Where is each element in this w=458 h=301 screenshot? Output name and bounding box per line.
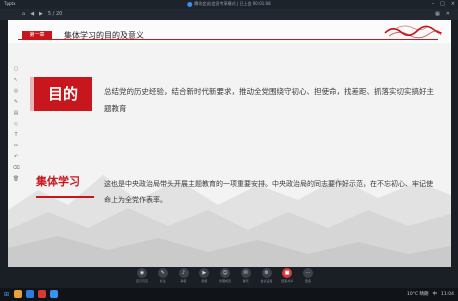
taskbar-apps	[14, 290, 58, 298]
control-label: 视频	[201, 279, 208, 283]
pointer-icon[interactable]: ↖	[14, 77, 18, 83]
meeting-icon[interactable]	[50, 290, 58, 298]
chapter-title: 集体学习的目的及意义	[64, 31, 144, 40]
page-counter: 5 / 20	[47, 11, 63, 17]
app-title: Tpptx	[4, 1, 16, 6]
highlighter-icon[interactable]: ▤	[14, 110, 19, 116]
purpose-badge: 目的	[30, 77, 92, 111]
control-label: 聊天	[242, 279, 249, 283]
weather-text[interactable]: 10°C 晴朗	[407, 291, 429, 297]
more-icon: ⋯	[303, 268, 313, 278]
control-label: 管理成员	[218, 279, 231, 283]
eraser-icon[interactable]: ⌫	[12, 165, 19, 171]
pen-icon: ✎	[157, 268, 168, 278]
eye-icon: ◉	[137, 268, 147, 278]
window-controls: – □ ×	[432, 1, 455, 7]
control-label: 结束共享	[281, 279, 294, 283]
grid-icon[interactable]: ▦	[435, 11, 440, 17]
clock[interactable]: 11:04	[441, 292, 454, 297]
control-stop-share[interactable]: ■ 结束共享	[279, 268, 295, 283]
os-taskbar: ⊞ 10°C 晴朗 中 11:04	[0, 288, 458, 301]
background-mountains	[8, 175, 451, 267]
select-icon[interactable]: ▢	[14, 66, 19, 72]
control-visible-self[interactable]: ◉ 自己可见	[134, 268, 150, 283]
maximize-icon[interactable]: □	[440, 1, 445, 7]
ime-indicator[interactable]: 中	[433, 291, 438, 297]
system-tray: 10°C 晴朗 中 11:04	[407, 291, 454, 298]
minimize-icon[interactable]: –	[432, 1, 435, 7]
study-underline	[36, 196, 94, 198]
control-annotate[interactable]: ✎ 标注	[155, 268, 171, 283]
slide-canvas: 第一章 集体学习的目的及意义 ▢ ↖ ◎ ✎ ▤ ◇ T ✂ ↶ ⌫ 🗑 目的 …	[8, 20, 451, 267]
meeting-control-bar: ◉ 自己可见 ✎ 标注 ♪ 静音 ▶ 视频 ☺ 管理成员 ✉ 聊天 ⚙ 会议设置…	[134, 267, 316, 286]
toolbar-tools: ⌂ ◀ ▶ 5 / 20	[22, 11, 62, 17]
gear-icon: ⚙	[261, 268, 272, 278]
study-title: 集体学习	[36, 175, 80, 188]
presentation-toolbar: ⌂ ◀ ▶ 5 / 20 ▦ ✕	[0, 9, 458, 20]
control-label: 静音	[180, 279, 187, 283]
window-title-bar: Tpptx 腾讯会议|会员专享模式 | 已上会 00:01:08 – □ ×	[0, 0, 458, 9]
meeting-status-text: 腾讯会议|会员专享模式 | 已上会 00:01:08	[194, 1, 271, 6]
undo-icon[interactable]: ↶	[14, 154, 18, 160]
meeting-status: 腾讯会议|会员专享模式 | 已上会 00:01:08	[187, 1, 271, 7]
control-label: 自己可见	[135, 279, 148, 283]
ppt-icon[interactable]	[38, 290, 46, 298]
control-chat[interactable]: ✉ 聊天	[238, 268, 254, 283]
shape-icon[interactable]: ◇	[14, 121, 18, 127]
explorer-icon[interactable]	[14, 290, 22, 298]
camera-icon: ▶	[199, 268, 210, 278]
close-icon[interactable]: ×	[451, 1, 455, 7]
laser-icon[interactable]: ◎	[14, 88, 18, 94]
purpose-label: 目的	[47, 85, 78, 103]
cut-icon[interactable]: ✂	[14, 143, 18, 149]
browser-icon[interactable]	[26, 290, 34, 298]
decorative-wave	[384, 25, 442, 39]
control-label: 更多	[304, 279, 311, 283]
control-video[interactable]: ▶ 视频	[196, 268, 212, 283]
next-slide-icon[interactable]: ▶	[39, 11, 43, 17]
start-icon[interactable]: ⊞	[4, 291, 9, 298]
control-members[interactable]: ☺ 管理成员	[217, 268, 233, 283]
prev-slide-icon[interactable]: ◀	[30, 11, 34, 17]
delete-icon[interactable]: 🗑	[13, 176, 19, 182]
toolbar-right: ▦ ✕	[435, 11, 450, 17]
control-more[interactable]: ⋯ 更多	[300, 268, 316, 283]
control-label: 会议设置	[260, 279, 273, 283]
chat-icon: ✉	[240, 268, 251, 278]
mic-icon: ♪	[178, 268, 189, 278]
users-icon: ☺	[220, 268, 230, 278]
stop-icon: ■	[282, 268, 293, 278]
home-icon[interactable]: ⌂	[22, 11, 25, 17]
control-label: 标注	[159, 279, 166, 283]
meeting-app-icon	[187, 1, 193, 7]
exit-icon[interactable]: ✕	[446, 11, 450, 17]
slide-side-tools: ▢ ↖ ◎ ✎ ▤ ◇ T ✂ ↶ ⌫ 🗑	[10, 66, 22, 182]
pen-icon[interactable]: ✎	[14, 99, 18, 105]
study-text: 这也是中央政治局带头开展主题教育的一项重要安排。中央政治局的同志要作好示范，在不…	[104, 180, 433, 204]
chapter-tag: 第一章	[22, 31, 52, 40]
control-mute[interactable]: ♪ 静音	[176, 268, 192, 283]
text-icon[interactable]: T	[14, 132, 17, 138]
control-settings[interactable]: ⚙ 会议设置	[259, 268, 275, 283]
purpose-text: 总结党的历史经验，结合新时代新要求，推动全党围绕守初心、担使命，找差距、抓落实切…	[104, 87, 434, 113]
